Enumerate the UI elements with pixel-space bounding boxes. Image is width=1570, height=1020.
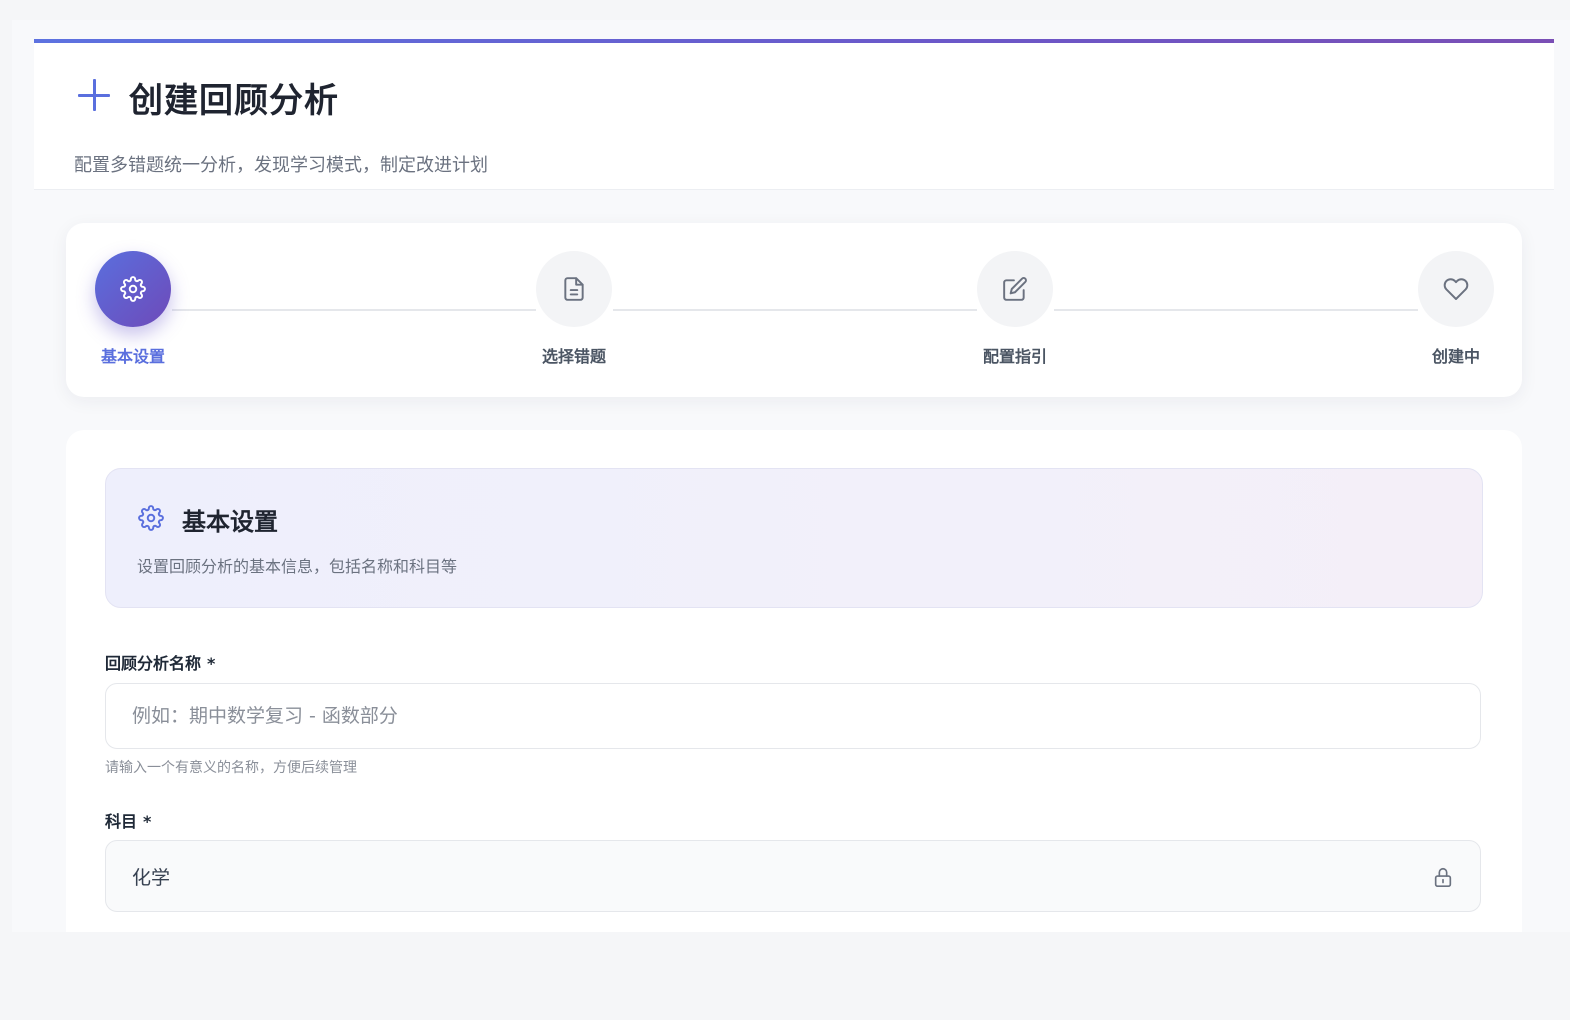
step-circle-active[interactable]: [95, 251, 171, 327]
step-connector: [172, 309, 536, 311]
page-header: 创建回顾分析 配置多错题统一分析，发现学习模式，制定改进计划: [34, 39, 1554, 190]
page-subtitle: 配置多错题统一分析，发现学习模式，制定改进计划: [74, 155, 488, 176]
edit-icon: [1003, 277, 1027, 301]
step-connector: [1054, 309, 1418, 311]
subject-select-locked[interactable]: 化学: [105, 840, 1481, 912]
gear-icon: [138, 505, 164, 531]
name-field-hint: 请输入一个有意义的名称，方便后续管理: [105, 760, 357, 776]
required-mark: *: [143, 812, 152, 831]
step-circle[interactable]: [977, 251, 1053, 327]
form-card: 基本设置 设置回顾分析的基本信息，包括名称和科目等 回顾分析名称 * 请输入一个有…: [66, 430, 1522, 932]
section-description: 设置回顾分析的基本信息，包括名称和科目等: [137, 557, 458, 576]
subject-label-text: 科目: [105, 812, 138, 831]
step-label: 选择错题: [541, 347, 606, 366]
step-select-questions[interactable]: 选择错题: [536, 251, 612, 366]
required-mark: *: [207, 654, 216, 673]
subject-field-label: 科目 *: [105, 808, 151, 832]
step-label: 基本设置: [100, 347, 165, 366]
name-label-text: 回顾分析名称: [105, 654, 202, 673]
plus-icon: [78, 79, 110, 111]
step-creating[interactable]: 创建中: [1418, 251, 1494, 366]
document-icon: [564, 277, 584, 301]
step-label: 创建中: [1431, 347, 1480, 366]
section-title: 基本设置: [182, 508, 278, 536]
name-field-label: 回顾分析名称 *: [105, 650, 215, 674]
heart-icon: [1443, 278, 1469, 300]
stepper: 基本设置 选择错题 配置指引 创建中: [66, 223, 1522, 397]
step-circle[interactable]: [536, 251, 612, 327]
step-connector: [613, 309, 977, 311]
header-accent-bar: [34, 39, 1554, 43]
page-title: 创建回顾分析: [129, 81, 339, 121]
lock-icon: [1434, 867, 1452, 887]
step-basic-settings[interactable]: 基本设置: [95, 251, 171, 366]
step-configure-guide[interactable]: 配置指引: [977, 251, 1053, 366]
section-info-panel: 基本设置 设置回顾分析的基本信息，包括名称和科目等: [105, 468, 1483, 608]
step-circle[interactable]: [1418, 251, 1494, 327]
gear-icon: [120, 276, 146, 302]
app-window: 创建回顾分析 配置多错题统一分析，发现学习模式，制定改进计划 基本设置 选择错题…: [12, 20, 1570, 932]
step-label: 配置指引: [982, 347, 1047, 366]
analysis-name-input[interactable]: [105, 683, 1481, 749]
subject-value: 化学: [132, 867, 171, 889]
